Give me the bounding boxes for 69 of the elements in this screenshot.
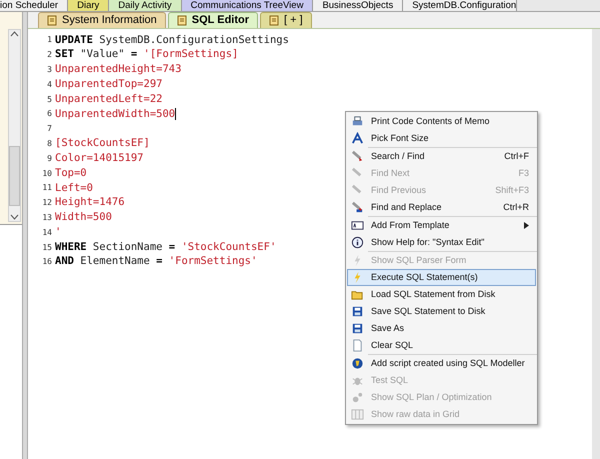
line-number: 10 (41, 168, 53, 180)
menu-item[interactable]: Search / Find Ctrl+F (347, 148, 536, 165)
menu-item[interactable]: Print Code Contents of Memo (347, 113, 536, 130)
pen-icon (351, 150, 364, 163)
code-line: UPDATE SystemDB.ConfigurationSettings (55, 32, 289, 48)
scroll-thumb[interactable] (9, 146, 20, 206)
tab[interactable]: Daily Activity (109, 0, 182, 11)
line-number: 13 (41, 212, 53, 224)
menu-item[interactable]: Save SQL Statement to Disk (347, 303, 536, 320)
line-number: 9 (46, 152, 53, 165)
scroll-down-icon[interactable] (9, 213, 20, 221)
code-line: Height=1476 (55, 195, 125, 210)
printer-icon (351, 115, 364, 128)
menu-item[interactable]: Show Help for: "Syntax Edit" (347, 234, 536, 251)
note-icon (47, 15, 58, 26)
tab[interactable]: Diary (68, 0, 110, 11)
note-icon (269, 15, 280, 26)
line-number: 14 (41, 226, 53, 239)
menu-item[interactable]: Load SQL Statement from Disk (347, 286, 536, 303)
menu-item[interactable]: Pick Font Size (347, 130, 536, 147)
line-number: 11 (41, 182, 53, 194)
gears-icon (351, 391, 364, 404)
code-line: AND ElementName = 'FormSettings' (55, 254, 258, 270)
note-icon (176, 15, 188, 26)
tab[interactable]: SQL Editor (168, 12, 258, 28)
code-line: Top=0 (55, 166, 87, 181)
line-number: 12 (41, 197, 53, 210)
line-number: 4 (46, 78, 53, 91)
text-caret (175, 108, 176, 120)
scroll-up-icon[interactable] (9, 30, 20, 38)
line-number: 3 (46, 64, 53, 76)
line-number: 5 (46, 94, 53, 106)
line-number: 15 (41, 242, 53, 254)
menu-item[interactable]: Find and Replace Ctrl+R (347, 199, 536, 216)
text-field-icon (351, 219, 364, 232)
code-line: Width=500 (55, 210, 112, 226)
code-line: UnparentedHeight=743 (55, 62, 182, 78)
line-number: 8 (46, 138, 53, 150)
pen-icon (351, 201, 364, 214)
menu-item[interactable]: Save As (347, 320, 536, 337)
line-number: 16 (41, 256, 53, 268)
scrollbar[interactable] (8, 29, 21, 222)
page-icon (351, 339, 364, 352)
code-line: UnparentedLeft=22 (55, 92, 162, 107)
code-line: Left=0 (55, 180, 93, 196)
code-line: [StockCountsEF] (55, 136, 150, 152)
tab[interactable]: ion Scheduler (0, 0, 68, 11)
tab[interactable]: [ + ] (260, 12, 312, 28)
code-line: SET "Value" = '[FormSettings] (55, 47, 238, 62)
line-number: 2 (46, 49, 53, 62)
letter-icon (351, 132, 364, 145)
info-icon (351, 236, 364, 249)
tab[interactable]: BusinessObjects (313, 0, 404, 11)
tab[interactable]: System Information (38, 12, 166, 28)
code-line: ' (55, 224, 62, 240)
code-line: WHERE SectionName = 'StockCountsEF' (55, 240, 276, 255)
tab[interactable]: SystemDB.Configuration (403, 0, 518, 11)
menu-item[interactable]: Clear SQL (347, 337, 536, 354)
menu-item[interactable]: Add script created using SQL Modeller (347, 355, 536, 372)
grid-icon (351, 408, 364, 421)
line-number: 6 (46, 108, 53, 120)
line-number: 7 (46, 123, 53, 136)
menu-item[interactable]: Execute SQL Statement(s) (347, 269, 536, 286)
line-number: 1 (46, 34, 53, 46)
code-line: UnparentedTop=297 (55, 76, 162, 92)
tab[interactable]: Communications TreeView (182, 0, 314, 11)
code-line: UnparentedWidth=500 (55, 106, 176, 122)
menu-item[interactable]: Add From Template (347, 217, 536, 234)
code-line: Color=14015197 (55, 150, 144, 166)
